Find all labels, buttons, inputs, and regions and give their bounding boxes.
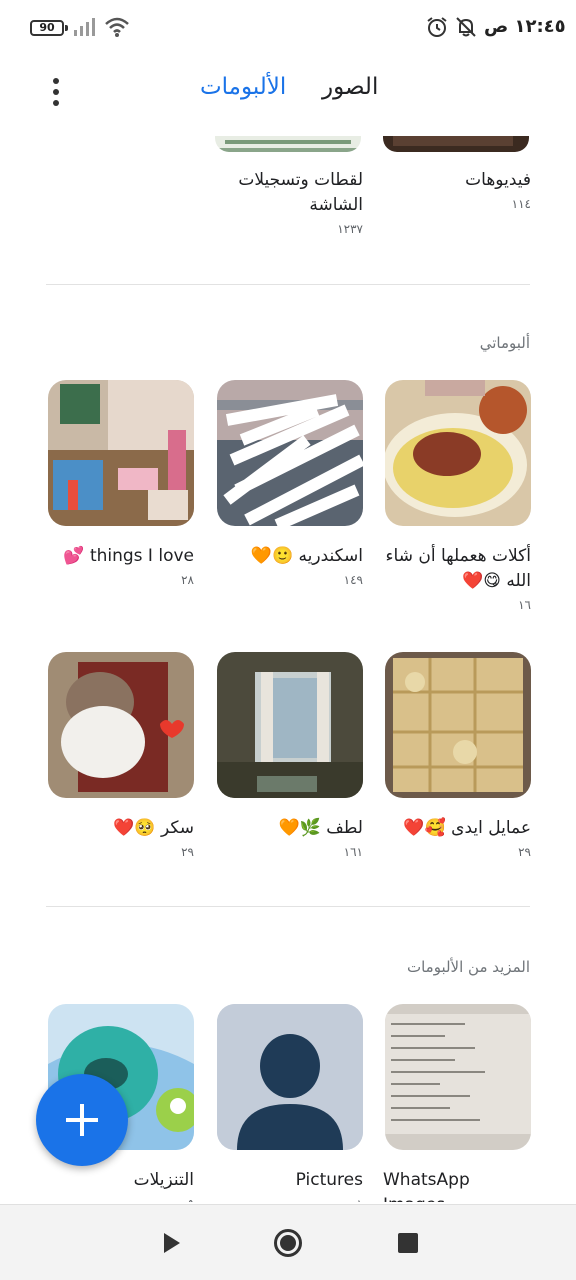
alarm-icon xyxy=(427,17,447,37)
album-thumbnail[interactable] xyxy=(48,380,194,526)
album-item[interactable]: سكر 🥺❤️ ٢٩ xyxy=(46,652,194,859)
album-count: ١٦١ xyxy=(343,845,363,859)
album-name: أكلات هعملها أن شاء الله 😋❤️ xyxy=(385,546,531,591)
album-thumbnail[interactable] xyxy=(217,652,363,798)
divider xyxy=(46,284,530,285)
album-thumbnail[interactable] xyxy=(385,652,531,798)
album-count: ٢٨ xyxy=(181,573,194,587)
album-count: ٢٩ xyxy=(518,845,531,859)
notifications-off-icon xyxy=(456,17,476,37)
app-bar: الألبومات الصور xyxy=(0,56,576,122)
album-name: فيديوهات xyxy=(465,170,531,190)
nav-recents-icon[interactable] xyxy=(398,1233,418,1253)
album-thumbnail[interactable] xyxy=(48,652,194,798)
album-screenshots[interactable]: لقطات وتسجيلات الشاشة ١٢٣٧ xyxy=(215,158,363,236)
albums-list[interactable]: فيديوهات ١١٤ لقطات وتسجيلات الشاشة ١٢٣٧ … xyxy=(0,122,576,1202)
status-bar: 90 ١٢:٤٥ ص xyxy=(0,0,576,56)
album-count: ١١٤ xyxy=(511,197,531,211)
signal-icon xyxy=(74,18,95,36)
album-name: لطف 🌿🧡 xyxy=(278,818,363,838)
album-item[interactable]: لطف 🌿🧡 ١٦١ xyxy=(215,652,363,859)
status-time: ١٢:٤٥ ص xyxy=(484,16,566,37)
album-name: WhatsApp Images xyxy=(383,1170,470,1202)
section-title-my-albums: ألبوماتي xyxy=(479,334,530,352)
system-nav-bar xyxy=(0,1204,576,1280)
album-thumbnail[interactable] xyxy=(383,136,529,152)
album-item[interactable]: things I love 💕 ٢٨ xyxy=(46,380,194,587)
person-placeholder-icon xyxy=(217,1004,363,1150)
battery-icon: 90 xyxy=(30,20,68,36)
album-item[interactable]: Pictures ١ xyxy=(215,1004,363,1202)
album-name: لقطات وتسجيلات الشاشة xyxy=(238,170,363,215)
wifi-icon xyxy=(105,17,129,37)
tab-photos[interactable]: الصور xyxy=(322,74,378,100)
more-options-icon[interactable] xyxy=(42,76,70,108)
section-title-more-albums: المزيد من الألبومات xyxy=(406,958,530,976)
album-item[interactable]: عمايل ايدى 🥰❤️ ٢٩ xyxy=(383,652,531,859)
album-item[interactable]: WhatsApp Images xyxy=(383,1004,531,1202)
album-name: Pictures xyxy=(295,1170,363,1190)
album-thumbnail[interactable] xyxy=(217,1004,363,1150)
create-album-button[interactable] xyxy=(36,1074,128,1166)
tab-albums[interactable]: الألبومات xyxy=(200,74,286,100)
album-name: سكر 🥺❤️ xyxy=(113,818,194,838)
album-thumbnail[interactable] xyxy=(215,136,361,152)
album-count: ١٦ xyxy=(518,598,531,612)
divider xyxy=(46,906,530,907)
album-count: ٥ xyxy=(46,1197,194,1202)
album-count: ١٢٣٧ xyxy=(337,222,363,236)
album-thumbnail[interactable] xyxy=(217,380,363,526)
nav-back-icon[interactable] xyxy=(162,1231,182,1255)
album-videos[interactable]: فيديوهات ١١٤ xyxy=(383,158,531,211)
album-count: ٢٩ xyxy=(181,845,194,859)
album-item[interactable]: اسكندريه 🙂🧡 ١٤٩ xyxy=(215,380,363,587)
album-item[interactable]: أكلات هعملها أن شاء الله 😋❤️ ١٦ xyxy=(383,380,531,612)
nav-home-icon[interactable] xyxy=(274,1229,302,1257)
album-name: التنزيلات xyxy=(133,1170,194,1190)
album-count: ١٤٩ xyxy=(343,573,363,587)
album-name: عمايل ايدى 🥰❤️ xyxy=(403,818,531,838)
album-thumbnail[interactable] xyxy=(385,1004,531,1150)
album-name: things I love 💕 xyxy=(63,546,194,566)
album-thumbnail[interactable] xyxy=(385,380,531,526)
album-count: ١ xyxy=(215,1197,363,1202)
album-name: اسكندريه 🙂🧡 xyxy=(250,546,363,566)
